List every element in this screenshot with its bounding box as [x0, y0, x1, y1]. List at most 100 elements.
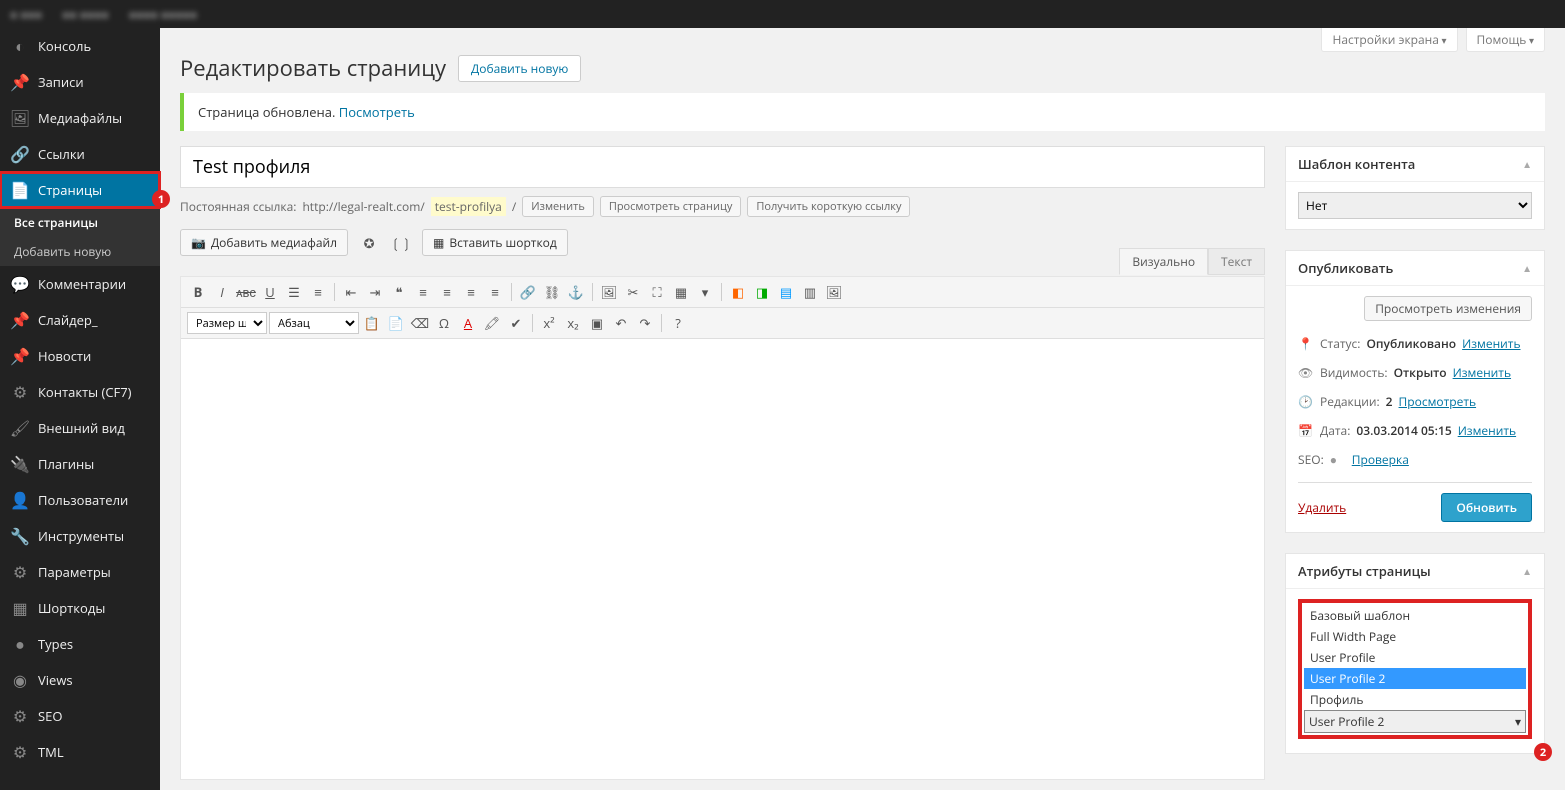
sidebar-item-14[interactable]: ▦Шорткоды	[0, 590, 160, 626]
quote-icon[interactable]: ❝	[388, 281, 410, 303]
sidebar-item-2[interactable]: 🖼Медиафайлы	[0, 100, 160, 136]
visual-tab[interactable]: Визуально	[1119, 248, 1208, 275]
template-option[interactable]: Базовый шаблон	[1304, 605, 1526, 626]
sidebar-item-7[interactable]: 📌Новости	[0, 338, 160, 374]
update-notice: Страница обновлена. Посмотреть	[180, 93, 1545, 131]
sidebar-item-17[interactable]: ⚙SEO	[0, 698, 160, 734]
menu-icon: 🖌	[10, 418, 30, 438]
view-page-button[interactable]: Просмотреть страницу	[600, 196, 742, 217]
unlink-icon[interactable]: ⛓	[541, 281, 563, 303]
sidebar-item-0[interactable]: ◐Консоль	[0, 28, 160, 64]
underline-icon[interactable]: U	[259, 281, 281, 303]
anchor-icon[interactable]: ⚓	[565, 281, 587, 303]
template-option[interactable]: Full Width Page	[1304, 626, 1526, 647]
text-tab[interactable]: Текст	[1208, 248, 1265, 275]
redo-icon[interactable]: ↷	[634, 312, 656, 334]
sidebar-item-3[interactable]: 🔗Ссылки	[0, 136, 160, 172]
post-title-input[interactable]	[180, 146, 1265, 188]
align-center-icon[interactable]: ≡	[436, 281, 458, 303]
sidebar-item-10[interactable]: 🔌Плагины	[0, 446, 160, 482]
undo-icon[interactable]: ↶	[610, 312, 632, 334]
browse-revisions-link[interactable]: Просмотреть	[1399, 393, 1477, 410]
text-color-icon[interactable]: A	[457, 312, 479, 334]
paste-text-icon[interactable]: 📄	[385, 312, 407, 334]
template-option[interactable]: Профиль	[1304, 689, 1526, 710]
sidebar-sub-all[interactable]: Все страницы	[0, 208, 160, 237]
collapse-icon: ▲	[1522, 157, 1532, 171]
table-icon[interactable]: ▦	[670, 281, 692, 303]
sidebar-item-1[interactable]: 📌Записи	[0, 64, 160, 100]
sidebar-item-label: Медиафайлы	[38, 109, 122, 127]
font-size-select[interactable]: Размер шри	[187, 312, 267, 334]
add-new-button[interactable]: Добавить новую	[458, 55, 581, 82]
media-icon[interactable]: ▣	[586, 312, 608, 334]
sidebar-item-13[interactable]: ⚙Параметры	[0, 554, 160, 590]
align-justify-icon[interactable]: ≡	[484, 281, 506, 303]
sidebar-item-16[interactable]: ◉Views	[0, 662, 160, 698]
bold-icon[interactable]: B	[187, 281, 209, 303]
add-media-button[interactable]: 📷Добавить медиафайл	[180, 229, 348, 256]
sidebar-item-15[interactable]: ●Types	[0, 626, 160, 662]
get-shortlink-button[interactable]: Получить короткую ссылку	[747, 196, 910, 217]
color2-icon[interactable]: ◨	[751, 281, 773, 303]
template-option[interactable]: User Profile	[1304, 647, 1526, 668]
spellcheck-icon[interactable]: ✔	[505, 312, 527, 334]
clear-format-icon[interactable]: ⌫	[409, 312, 431, 334]
vc-icon[interactable]: ✪	[358, 232, 380, 254]
sidebar-item-4[interactable]: 📄Страницы	[0, 172, 160, 208]
calendar-icon: 📅	[1298, 422, 1314, 439]
sidebar-item-18[interactable]: ⚙TML	[0, 734, 160, 770]
screen-options-tab[interactable]: Настройки экрана	[1321, 28, 1457, 52]
template-option[interactable]: User Profile 2	[1304, 668, 1526, 689]
outdent-icon[interactable]: ⇤	[340, 281, 362, 303]
editor-content[interactable]	[181, 339, 1264, 779]
edit-visibility-link[interactable]: Изменить	[1453, 364, 1511, 381]
notice-view-link[interactable]: Посмотреть	[339, 103, 415, 121]
sidebar-item-9[interactable]: 🖌Внешний вид	[0, 410, 160, 446]
permalink-edit-button[interactable]: Изменить	[522, 196, 594, 217]
indent-icon[interactable]: ⇥	[364, 281, 386, 303]
template-options-list: Базовый шаблонFull Width PageUser Profil…	[1304, 605, 1526, 710]
delete-link[interactable]: Удалить	[1298, 499, 1346, 516]
color3-icon[interactable]: ▤	[775, 281, 797, 303]
align-left-icon[interactable]: ≡	[412, 281, 434, 303]
bg-color-icon[interactable]: 🖍	[481, 312, 503, 334]
color1-icon[interactable]: ◧	[727, 281, 749, 303]
edit-date-link[interactable]: Изменить	[1458, 422, 1516, 439]
sub-icon[interactable]: x₂	[562, 312, 584, 334]
seo-check-link[interactable]: Проверка	[1352, 451, 1409, 468]
omega-icon[interactable]: Ω	[433, 312, 455, 334]
sidebar-item-11[interactable]: 👤Пользователи	[0, 482, 160, 518]
sidebar-item-8[interactable]: ⚙Контакты (CF7)	[0, 374, 160, 410]
sup-icon[interactable]: x²	[538, 312, 560, 334]
fullscreen-icon[interactable]: ⛶	[646, 281, 668, 303]
sidebar-sub-add[interactable]: Добавить новую	[0, 237, 160, 266]
link-icon[interactable]: 🔗	[517, 281, 539, 303]
edit-status-link[interactable]: Изменить	[1462, 335, 1520, 352]
template-select[interactable]: User Profile 2▾	[1304, 710, 1526, 733]
code-icon[interactable]: ❲❳	[390, 232, 412, 254]
preview-changes-button[interactable]: Просмотреть изменения	[1364, 296, 1532, 321]
strike-icon[interactable]: ᴀʙᴄ	[235, 281, 257, 303]
kitchen-sink-icon[interactable]: ▾	[694, 281, 716, 303]
sidebar-item-12[interactable]: 🔧Инструменты	[0, 518, 160, 554]
content-template-select[interactable]: Нет	[1298, 192, 1532, 219]
color5-icon[interactable]: 🖼	[823, 281, 845, 303]
eye-icon: 👁	[1298, 364, 1314, 381]
update-button[interactable]: Обновить	[1441, 493, 1532, 522]
italic-icon[interactable]: I	[211, 281, 233, 303]
paste-icon[interactable]: 📋	[361, 312, 383, 334]
align-right-icon[interactable]: ≡	[460, 281, 482, 303]
format-select[interactable]: Абзац	[269, 312, 359, 334]
insert-shortcode-button[interactable]: ▦Вставить шорткод	[422, 229, 568, 256]
more-icon[interactable]: ✂	[622, 281, 644, 303]
menu-icon: ●	[10, 634, 30, 654]
sidebar-item-5[interactable]: 💬Комментарии	[0, 266, 160, 302]
number-list-icon[interactable]: ≡	[307, 281, 329, 303]
color4-icon[interactable]: ▥	[799, 281, 821, 303]
sidebar-item-6[interactable]: 📌Слайдер_	[0, 302, 160, 338]
image-icon[interactable]: 🖼	[598, 281, 620, 303]
help-icon[interactable]: ?	[667, 312, 689, 334]
help-tab[interactable]: Помощь	[1466, 28, 1545, 52]
bullet-list-icon[interactable]: ☰	[283, 281, 305, 303]
